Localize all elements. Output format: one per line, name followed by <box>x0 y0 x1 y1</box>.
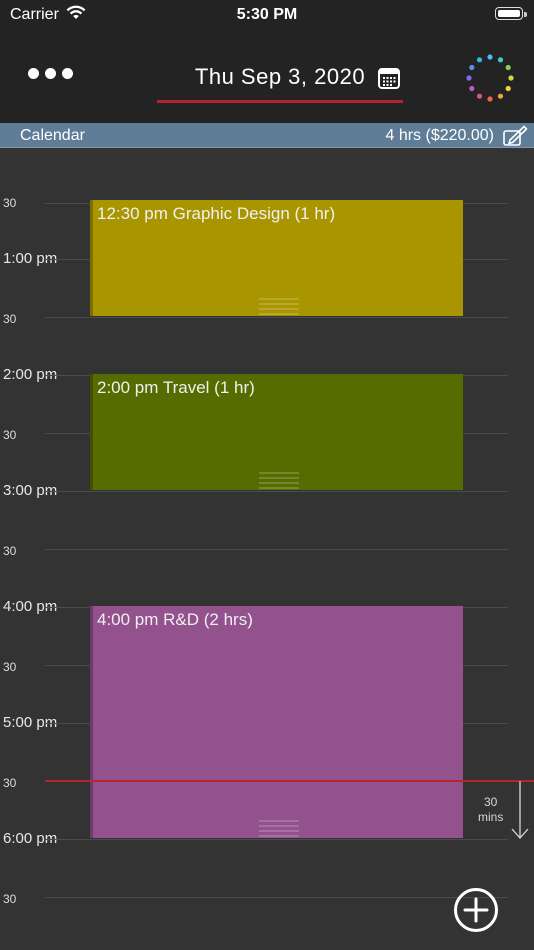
resize-handle[interactable] <box>259 469 299 489</box>
battery-icon <box>495 7 527 20</box>
nav-bar: Thu Sep 3, 2020 <box>0 30 534 123</box>
gridline <box>45 491 508 492</box>
add-circle-icon[interactable] <box>453 887 499 933</box>
resize-handle[interactable] <box>259 817 299 837</box>
interval-label: 30 mins <box>478 795 503 825</box>
event-label: 4:00 pm R&D (2 hrs) <box>97 610 253 629</box>
event-graphic-design[interactable]: 12:30 pm Graphic Design (1 hr) <box>90 200 463 316</box>
current-time-line <box>45 780 534 782</box>
date-underline <box>157 100 403 103</box>
total-hours: 4 hrs ($220.00) <box>385 127 494 144</box>
gridline <box>45 897 508 898</box>
day-timeline[interactable]: 30 1:00 pm 30 2:00 pm 30 3:00 pm 30 4:00… <box>0 148 534 950</box>
calendar-banner: Calendar 4 hrs ($220.00) <box>0 123 534 148</box>
time-label-1-30: 30 <box>3 312 17 326</box>
time-label-2-30: 30 <box>3 428 17 442</box>
gridline <box>45 839 508 840</box>
color-wheel-icon[interactable] <box>464 52 516 104</box>
event-travel[interactable]: 2:00 pm Travel (1 hr) <box>90 374 463 490</box>
time-label-5-30: 30 <box>3 776 17 790</box>
time-label-6-30: 30 <box>3 892 17 906</box>
event-label: 12:30 pm Graphic Design (1 hr) <box>97 204 336 223</box>
ellipsis-icon <box>28 68 39 79</box>
event-rd[interactable]: 4:00 pm R&D (2 hrs) <box>90 606 463 838</box>
calendar-name: Calendar <box>20 127 85 144</box>
interval-value: 30 <box>483 795 498 809</box>
status-bar: Carrier 5:30 PM <box>0 0 534 30</box>
clock-time: 5:30 PM <box>236 6 298 23</box>
calendar-icon[interactable] <box>377 66 401 90</box>
event-label: 2:00 pm Travel (1 hr) <box>97 378 255 397</box>
gridline <box>45 549 508 550</box>
time-label-12-30: 30 <box>3 196 17 210</box>
gridline <box>45 317 508 318</box>
date-title[interactable]: Thu Sep 3, 2020 <box>157 64 403 90</box>
edit-icon[interactable] <box>502 125 528 147</box>
down-arrow-icon[interactable] <box>510 781 530 841</box>
time-label-4-30: 30 <box>3 660 17 674</box>
resize-handle[interactable] <box>259 295 299 315</box>
time-label-3-30: 30 <box>3 544 17 558</box>
interval-unit: mins <box>478 810 504 824</box>
more-options-button[interactable] <box>28 68 73 79</box>
